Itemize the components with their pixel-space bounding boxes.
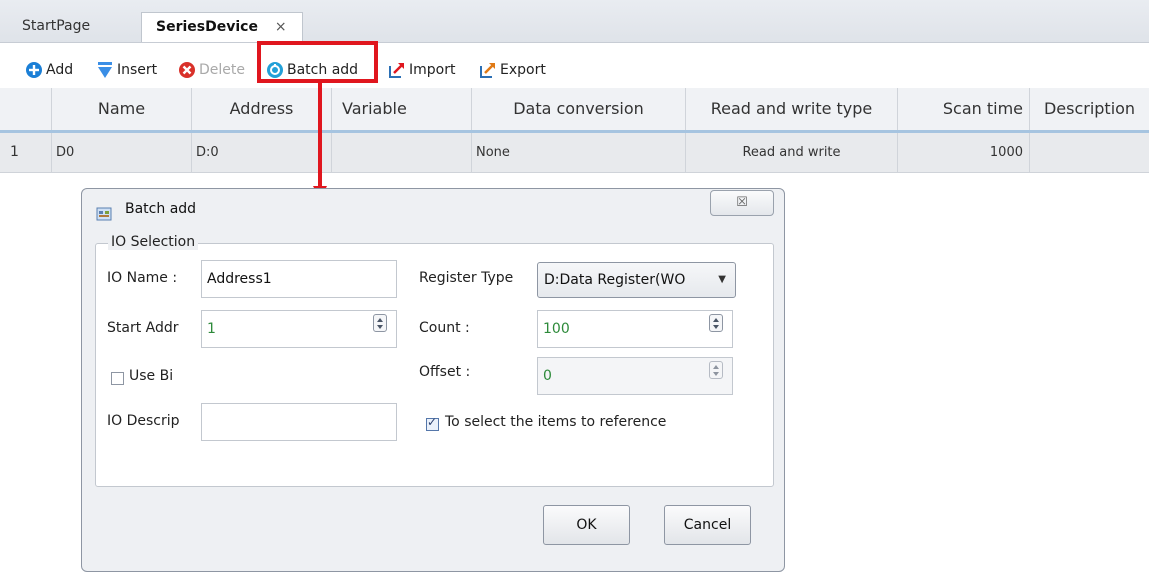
cell-description[interactable] xyxy=(1030,133,1149,172)
highlight-box xyxy=(257,41,378,83)
insert-label: Insert xyxy=(117,62,158,78)
dialog-titlebar[interactable]: Batch add ☒ xyxy=(82,189,784,231)
register-type-label: Register Type xyxy=(419,270,514,286)
delete-x-icon xyxy=(179,62,195,78)
io-name-field[interactable]: Address1 xyxy=(201,260,397,298)
start-addr-label: Start Addr xyxy=(107,320,179,336)
cell-name[interactable]: D0 xyxy=(52,133,192,172)
insert-arrow-icon xyxy=(98,62,112,78)
close-icon[interactable]: × xyxy=(275,19,287,35)
batch-add-dialog: Batch add ☒ IO Selection IO Name : Addre… xyxy=(81,188,785,572)
chevron-down-icon: ▼ xyxy=(718,274,726,285)
plus-circle-icon xyxy=(26,62,42,78)
tab-label: SeriesDevice xyxy=(156,19,258,35)
add-label: Add xyxy=(46,62,74,78)
tab-seriesdevice[interactable]: SeriesDevice × xyxy=(141,12,303,42)
offset-field[interactable]: 0 xyxy=(537,357,733,395)
toolbar: Add Insert Delete Batch add Import Expor… xyxy=(0,43,1149,89)
column-header-description[interactable]: Description xyxy=(1030,88,1149,130)
import-label: Import xyxy=(409,62,456,78)
select-items-label: To select the items to reference xyxy=(445,414,667,430)
annotation-arrow xyxy=(318,83,322,188)
count-field[interactable]: 100 xyxy=(537,310,733,348)
export-button[interactable]: Export xyxy=(479,59,546,81)
count-spinner[interactable] xyxy=(709,314,723,332)
tab-label: StartPage xyxy=(22,18,91,34)
batch-add-dialog-icon xyxy=(96,207,112,221)
io-description-field[interactable] xyxy=(201,403,397,441)
column-header-variable[interactable]: Variable xyxy=(332,88,472,130)
column-header-index xyxy=(0,88,52,130)
offset-spinner[interactable] xyxy=(709,361,723,379)
io-selection-title: IO Selection xyxy=(108,234,199,250)
export-label: Export xyxy=(500,62,546,78)
delete-button[interactable]: Delete xyxy=(178,59,245,81)
column-header-name[interactable]: Name xyxy=(52,88,192,130)
cell-address[interactable]: D:0 xyxy=(192,133,332,172)
cell-data-conversion[interactable]: None xyxy=(472,133,686,172)
register-type-dropdown[interactable]: D:Data Register(WO ▼ xyxy=(537,262,736,298)
register-type-value: D:Data Register(WO xyxy=(544,272,686,288)
select-items-checkbox[interactable] xyxy=(426,415,439,431)
dialog-title: Batch add xyxy=(125,201,197,217)
column-header-data-conversion[interactable]: Data conversion xyxy=(472,88,686,130)
use-bit-label: Use Bi xyxy=(129,368,174,384)
import-icon xyxy=(389,63,404,78)
tab-bar: StartPage SeriesDevice × xyxy=(0,0,1149,43)
import-button[interactable]: Import xyxy=(388,59,455,81)
offset-label: Offset : xyxy=(419,364,471,380)
row-index: 1 xyxy=(0,133,52,172)
grid-header: Name Address Variable Data conversion Re… xyxy=(0,88,1149,133)
count-label: Count : xyxy=(419,320,470,336)
column-header-address[interactable]: Address xyxy=(192,88,332,130)
cancel-button[interactable]: Cancel xyxy=(664,505,751,545)
start-addr-field[interactable]: 1 xyxy=(201,310,397,348)
delete-label: Delete xyxy=(199,62,245,78)
io-name-label: IO Name : xyxy=(107,270,178,286)
export-icon xyxy=(480,63,495,78)
tab-startpage[interactable]: StartPage xyxy=(8,12,120,42)
start-addr-spinner[interactable] xyxy=(373,314,387,332)
table-row[interactable]: 1 D0 D:0 None Read and write 1000 xyxy=(0,133,1149,173)
column-header-rw-type[interactable]: Read and write type xyxy=(686,88,898,130)
insert-button[interactable]: Insert xyxy=(96,59,157,81)
ok-button[interactable]: OK xyxy=(543,505,630,545)
column-header-scan-time[interactable]: Scan time xyxy=(898,88,1030,130)
cell-scan-time[interactable]: 1000 xyxy=(898,133,1030,172)
add-button[interactable]: Add xyxy=(25,59,73,81)
cell-variable[interactable] xyxy=(332,133,472,172)
dialog-close-button[interactable]: ☒ xyxy=(710,190,774,216)
cell-rw-type[interactable]: Read and write xyxy=(686,133,898,172)
close-icon: ☒ xyxy=(736,195,748,210)
io-description-label: IO Descrip xyxy=(107,413,180,429)
use-bit-checkbox[interactable] xyxy=(111,372,124,385)
